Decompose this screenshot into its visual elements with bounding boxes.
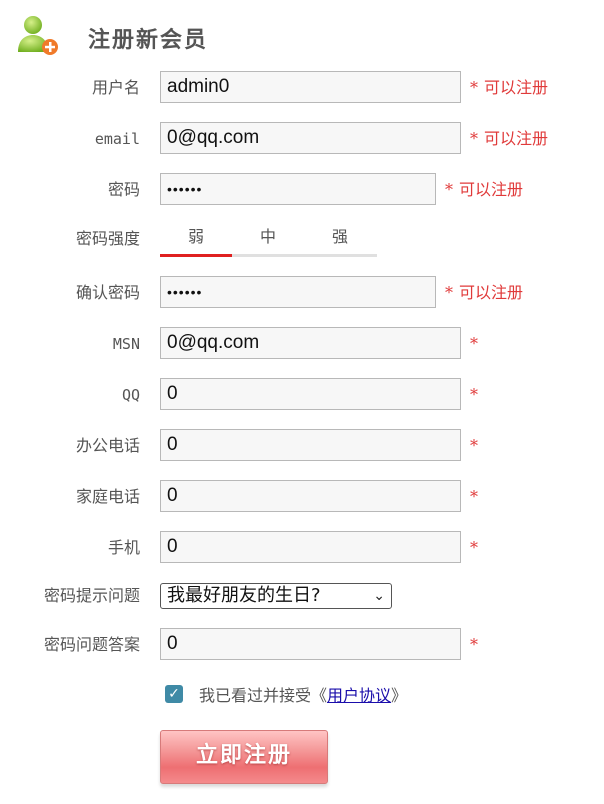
agreement-prefix: 我已看过并接受《: [199, 686, 328, 705]
mobile-hint: *: [470, 531, 478, 565]
email-label: email: [94, 130, 140, 148]
confirm-row: 确认密码 •••••• * 可以注册: [0, 276, 604, 310]
qq-row: QQ 0 *: [0, 378, 604, 412]
qq-label: QQ: [121, 386, 140, 404]
confirm-status: 可以注册: [459, 283, 524, 302]
mobile-row: 手机 0 *: [0, 531, 604, 565]
password-status: 可以注册: [459, 180, 524, 199]
answer-row: 密码问题答案 0 *: [0, 628, 604, 662]
strength-strong: 强: [331, 227, 348, 246]
security-question-value: 我最好朋友的生日?: [167, 585, 321, 606]
email-status: 可以注册: [484, 129, 549, 148]
msn-label: MSN: [112, 335, 140, 353]
agree-checkbox[interactable]: ✓: [165, 685, 183, 703]
office-phone-row: 办公电话 0 *: [0, 429, 604, 463]
password-label: 密码: [107, 180, 140, 199]
office-phone-label: 办公电话: [75, 436, 140, 455]
strength-bar-rest: [232, 254, 377, 257]
security-answer-input[interactable]: 0: [160, 628, 461, 660]
office-phone-hint: *: [470, 429, 478, 463]
strength-medium: 中: [259, 227, 276, 246]
required-mark: *: [470, 635, 478, 654]
password-row: 密码 •••••• * 可以注册: [0, 173, 604, 207]
required-mark: *: [445, 283, 453, 302]
confirm-label: 确认密码: [75, 283, 140, 302]
confirm-hint: * 可以注册: [445, 276, 523, 310]
page-header: 注册新会员: [16, 12, 436, 62]
mobile-input[interactable]: 0: [160, 531, 461, 563]
confirm-password-input[interactable]: ••••••: [160, 276, 436, 308]
security-question-select[interactable]: 我最好朋友的生日? ⌄: [160, 583, 392, 609]
required-mark: *: [470, 129, 478, 148]
required-mark: *: [470, 334, 478, 353]
required-mark: *: [445, 180, 453, 199]
office-phone-input[interactable]: 0: [160, 429, 461, 461]
email-input[interactable]: 0@qq.com: [160, 122, 461, 154]
strength-weak: 弱: [187, 227, 204, 246]
email-row: email 0@qq.com * 可以注册: [0, 122, 604, 156]
user-agreement-link[interactable]: 用户协议: [327, 686, 391, 705]
username-label: 用户名: [91, 78, 140, 97]
page-title: 注册新会员: [88, 28, 209, 53]
chevron-down-icon: ⌄: [373, 588, 385, 604]
required-mark: *: [470, 538, 478, 557]
username-status: 可以注册: [484, 78, 549, 97]
user-add-icon: [18, 16, 58, 55]
msn-row: MSN 0@qq.com *: [0, 327, 604, 361]
username-row: 用户名 admin0 * 可以注册: [0, 71, 604, 105]
email-hint: * 可以注册: [470, 122, 548, 156]
strength-bar-weak: [160, 254, 232, 257]
strength-row: 密码强度 弱 中 强: [0, 222, 604, 257]
msn-input[interactable]: 0@qq.com: [160, 327, 461, 359]
agreement-text: 我已看过并接受《用户协议》: [199, 683, 407, 709]
qq-hint: *: [470, 378, 478, 412]
home-phone-input[interactable]: 0: [160, 480, 461, 512]
question-label: 密码提示问题: [43, 586, 140, 605]
home-phone-label: 家庭电话: [75, 487, 140, 506]
answer-label: 密码问题答案: [43, 635, 140, 654]
password-hint: * 可以注册: [445, 173, 523, 207]
answer-hint: *: [470, 628, 478, 662]
password-strength-meter: 弱 中 强: [160, 222, 377, 257]
required-mark: *: [470, 385, 478, 404]
home-phone-row: 家庭电话 0 *: [0, 480, 604, 514]
required-mark: *: [470, 436, 478, 455]
mobile-label: 手机: [107, 538, 140, 557]
qq-input[interactable]: 0: [160, 378, 461, 410]
question-row: 密码提示问题 我最好朋友的生日? ⌄: [0, 583, 604, 617]
strength-label: 密码强度: [75, 229, 140, 248]
username-input[interactable]: admin0: [160, 71, 461, 103]
agreement-suffix: 》: [391, 686, 408, 705]
agreement: ✓ 我已看过并接受《用户协议》: [165, 683, 465, 709]
username-hint: * 可以注册: [470, 71, 548, 105]
register-button[interactable]: 立即注册: [160, 730, 328, 784]
required-mark: *: [470, 78, 478, 97]
required-mark: *: [470, 487, 478, 506]
password-input[interactable]: ••••••: [160, 173, 436, 205]
home-phone-hint: *: [470, 480, 478, 514]
msn-hint: *: [470, 327, 478, 361]
